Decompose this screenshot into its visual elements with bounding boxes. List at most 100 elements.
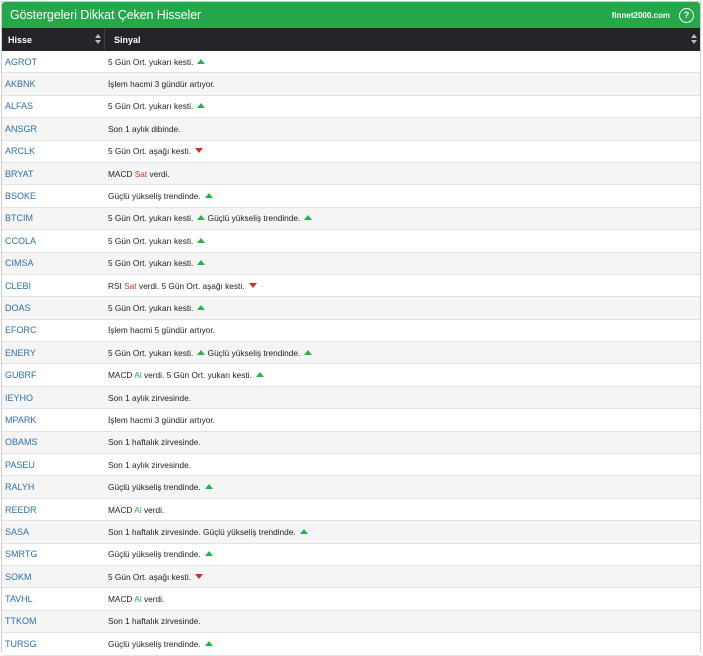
- ticker-link[interactable]: REEDR: [2, 505, 105, 515]
- ticker-link[interactable]: BRYAT: [2, 169, 105, 179]
- signal-text: RSI: [108, 280, 125, 291]
- ticker-link[interactable]: IEYHO: [2, 393, 105, 403]
- signal-al: Al: [134, 594, 142, 605]
- table-row: ARCLK 5 Gün Ort. aşağı kesti.: [2, 140, 700, 163]
- table-row: AGROT 5 Gün Ort. yukarı kesti.: [2, 51, 700, 74]
- ticker-link[interactable]: SMRTG: [2, 549, 105, 559]
- signal-text: verdi. 5 Gün Ort. aşağı kesti.: [136, 280, 245, 291]
- arrow-up-icon: [204, 640, 213, 646]
- signal-text: 5 Gün Ort. yukarı kesti.: [108, 347, 194, 358]
- arrow-up-icon: [197, 58, 206, 64]
- header-right: finnet2000.com ?: [612, 7, 694, 23]
- signal-text: 5 Gün Ort. yukarı kesti.: [108, 258, 194, 269]
- ticker-link[interactable]: PASEU: [2, 460, 105, 470]
- help-icon[interactable]: ?: [679, 7, 694, 23]
- table-row: EFORC İşlem hacmi 5 gündür artıyor.: [2, 319, 700, 343]
- ticker-link[interactable]: DOAS: [2, 303, 105, 313]
- signal-cell: MACD Al verdi. 5 Gün Ort. yukarı kesti.: [105, 370, 700, 380]
- ticker-link[interactable]: CLEBI: [2, 281, 105, 291]
- signal-cell: MACD Al verdi.: [105, 505, 700, 515]
- ticker-link[interactable]: ALFAS: [2, 101, 105, 111]
- table-row: BTCIM 5 Gün Ort. yukarı kesti. Güçlü yüks…: [2, 207, 700, 231]
- ticker-link[interactable]: BTCIM: [2, 213, 105, 223]
- ticker-link[interactable]: SOKM: [2, 572, 105, 582]
- signal-sat: Sat: [124, 280, 137, 291]
- sort-icon[interactable]: [691, 34, 697, 45]
- ticker-link[interactable]: RALYH: [2, 482, 105, 492]
- arrow-up-icon: [204, 484, 213, 490]
- signal-cell: 5 Gün Ort. yukarı kesti.: [105, 57, 700, 67]
- ticker-link[interactable]: SASA: [2, 527, 105, 537]
- ticker-link[interactable]: ANSGR: [2, 124, 105, 134]
- ticker-link[interactable]: ENERY: [2, 348, 105, 358]
- signal-cell: İşlem hacmi 3 gündür artıyor.: [105, 79, 700, 89]
- signal-sat: Sat: [134, 168, 148, 179]
- signal-text: 5 Gün Ort. yukarı kesti.: [108, 101, 194, 112]
- signal-cell: Güçlü yükseliş trendinde.: [105, 639, 700, 649]
- table-row: SASA Son 1 haftalık zirvesinde. Güçlü yük…: [2, 521, 700, 544]
- ticker-link[interactable]: CIMSA: [2, 258, 105, 268]
- table-row: ALFAS 5 Gün Ort. yukarı kesti.: [2, 95, 700, 119]
- signal-text: 5 Gün Ort. yukarı kesti.: [108, 302, 194, 313]
- ticker-link[interactable]: AKBNK: [2, 79, 105, 89]
- table-row: ENERY 5 Gün Ort. yukarı kesti. Güçlü yüks…: [2, 342, 700, 365]
- signal-cell: 5 Gün Ort. aşağı kesti.: [105, 572, 700, 582]
- ticker-link[interactable]: EFORC: [2, 325, 105, 335]
- ticker-link[interactable]: CCOLA: [2, 236, 105, 246]
- signal-text: 5 Gün Ort. aşağı kesti.: [108, 571, 192, 582]
- signal-cell: MACD Sat verdi.: [105, 169, 700, 179]
- ticker-link[interactable]: TTKOM: [2, 616, 105, 626]
- column-header-sinyal[interactable]: Sinyal: [105, 28, 700, 51]
- signal-text: MACD: [108, 168, 135, 179]
- signal-text: İşlem hacmi 3 gündür artıyor.: [108, 414, 215, 425]
- ticker-link[interactable]: AGROT: [2, 57, 105, 67]
- table-row: BSOKE Güçlü yükseliş trendinde.: [2, 185, 700, 208]
- ticker-link[interactable]: OBAMS: [2, 437, 105, 447]
- signal-cell: 5 Gün Ort. yukarı kesti.: [105, 101, 700, 111]
- ticker-link[interactable]: MPARK: [2, 415, 105, 425]
- signal-text: verdi. 5 Gün Ort. yukarı kesti.: [141, 370, 252, 381]
- signal-text: Güçlü yükseliş trendinde.: [108, 638, 201, 649]
- signal-text: Son 1 haftalık zirvesinde. Güçlü yükseli…: [108, 526, 296, 537]
- table-row: OBAMS Son 1 haftalık zirvesinde.: [2, 431, 700, 455]
- arrow-up-icon: [197, 103, 206, 109]
- arrow-up-icon: [197, 260, 206, 266]
- signal-cell: RSI Sat verdi. 5 Gün Ort. aşağı kesti.: [105, 281, 700, 291]
- signal-cell: MACD Al verdi.: [105, 594, 700, 604]
- signal-cell: 5 Gün Ort. yukarı kesti.: [105, 303, 700, 313]
- table-row: CCOLA 5 Gün Ort. yukarı kesti.: [2, 230, 700, 253]
- signal-text: Son 1 haftalık zirvesinde.: [108, 616, 201, 627]
- signal-text: Son 1 aylık zirvesinde.: [108, 459, 192, 470]
- signal-text: 5 Gün Ort. yukarı kesti.: [108, 235, 194, 246]
- signal-cell: Son 1 haftalık zirvesinde. Güçlü yükseli…: [105, 527, 700, 537]
- arrow-up-icon: [197, 237, 206, 243]
- brand-link[interactable]: finnet2000.com: [612, 11, 670, 20]
- signal-text: İşlem hacmi 3 gündür artıyor.: [108, 79, 215, 90]
- signal-text: Son 1 haftalık zirvesinde.: [108, 437, 201, 448]
- signal-cell: Güçlü yükseliş trendinde.: [105, 549, 700, 559]
- signal-text: Son 1 aylık dibinde.: [108, 123, 181, 134]
- signal-text: 5 Gün Ort. yukarı kesti.: [108, 56, 194, 67]
- ticker-link[interactable]: TURSG: [2, 639, 105, 649]
- table-row: ANSGR Son 1 aylık dibinde.: [2, 118, 700, 141]
- signal-cell: 5 Gün Ort. yukarı kesti. Güçlü yükseliş …: [105, 213, 700, 223]
- column-label-sinyal: Sinyal: [114, 34, 141, 45]
- signal-text: Güçlü yükseliş trendinde.: [108, 191, 201, 202]
- column-header-hisse[interactable]: Hisse: [2, 28, 105, 51]
- widget-header: Göstergeleri Dikkat Çeken Hisseler finne…: [2, 2, 700, 28]
- ticker-link[interactable]: TAVHL: [2, 594, 105, 604]
- sort-icon[interactable]: [95, 34, 101, 45]
- signal-text: Güçlü yükseliş trendinde.: [205, 213, 301, 224]
- signal-text: verdi.: [141, 504, 165, 515]
- ticker-link[interactable]: BSOKE: [2, 191, 105, 201]
- table-row: RALYH Güçlü yükseliş trendinde.: [2, 476, 700, 499]
- ticker-link[interactable]: ARCLK: [2, 146, 105, 156]
- signal-cell: 5 Gün Ort. yukarı kesti.: [105, 236, 700, 246]
- table-row: IEYHO Son 1 aylık zirvesinde.: [2, 386, 700, 410]
- ticker-link[interactable]: GUBRF: [2, 370, 105, 380]
- signal-text: MACD: [108, 370, 135, 381]
- arrow-up-icon: [304, 349, 313, 355]
- arrow-up-icon: [304, 215, 313, 221]
- signal-cell: Son 1 haftalık zirvesinde.: [105, 437, 700, 447]
- arrow-up-icon: [299, 528, 308, 534]
